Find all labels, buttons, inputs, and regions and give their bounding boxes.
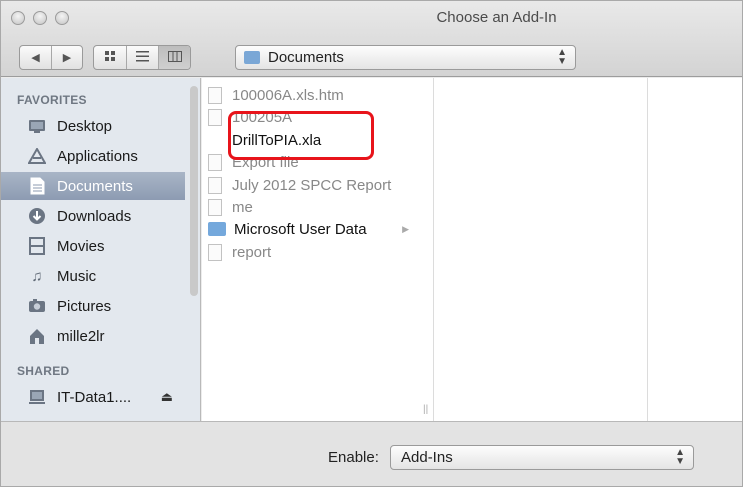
folder-icon bbox=[244, 51, 260, 64]
movies-icon bbox=[27, 236, 47, 256]
sidebar-item-applications[interactable]: Applications bbox=[1, 142, 185, 170]
sidebar-item-label: Pictures bbox=[57, 297, 112, 315]
sidebar-item-downloads[interactable]: Downloads bbox=[1, 202, 185, 230]
music-icon: ♫ bbox=[31, 267, 43, 285]
location-label: Documents bbox=[268, 49, 344, 66]
sidebar-item-label: mille2lr bbox=[57, 327, 105, 345]
sidebar-item-movies[interactable]: Movies bbox=[1, 232, 185, 260]
sidebar-item-label: Movies bbox=[57, 237, 105, 255]
view-mode-buttons bbox=[93, 45, 191, 70]
enable-value: Add-Ins bbox=[401, 449, 453, 466]
sidebar-item-label: Documents bbox=[57, 177, 133, 195]
document-icon bbox=[208, 108, 222, 126]
folder-icon bbox=[208, 222, 226, 236]
file-item: report bbox=[208, 241, 413, 263]
sidebar-item-label: IT-Data1.... bbox=[57, 388, 132, 406]
home-icon bbox=[27, 326, 47, 346]
documents-icon bbox=[27, 176, 47, 196]
file-item: July 2012 SPCC Report bbox=[208, 174, 413, 196]
network-drive-icon bbox=[27, 387, 47, 407]
list-view-icon bbox=[136, 50, 149, 65]
popup-arrows-icon: ▲ ▼ bbox=[675, 447, 685, 467]
disclosure-arrow-icon: ▶ bbox=[402, 223, 409, 234]
sidebar-item-label: Downloads bbox=[57, 207, 132, 225]
sidebar-item-label: Desktop bbox=[57, 117, 113, 135]
file-name: Microsoft User Data bbox=[234, 220, 367, 238]
sidebar-item-pictures[interactable]: Pictures bbox=[1, 292, 185, 320]
file-name: July 2012 SPCC Report bbox=[232, 176, 392, 194]
chevron-right-icon: ▶ bbox=[62, 52, 72, 64]
document-icon bbox=[208, 176, 222, 194]
file-name: report bbox=[232, 243, 272, 261]
file-item: 100006A.xls.htm bbox=[208, 84, 413, 106]
sidebar-item-music[interactable]: ♫ Music bbox=[1, 262, 185, 290]
back-button[interactable]: ◀ bbox=[20, 46, 51, 69]
file-name: me bbox=[232, 198, 253, 216]
navigation-buttons: ◀ ▶ bbox=[19, 45, 83, 70]
sidebar: FAVORITES Desktop Applications Documents… bbox=[1, 78, 201, 421]
file-name: 100006A.xls.htm bbox=[232, 86, 344, 104]
chevron-left-icon: ◀ bbox=[31, 52, 40, 64]
document-icon bbox=[208, 243, 222, 261]
icon-view-icon bbox=[104, 50, 116, 65]
column-divider bbox=[433, 78, 434, 421]
sidebar-item-label: Music bbox=[57, 267, 97, 285]
popup-arrows-icon: ▲ ▼ bbox=[557, 47, 567, 67]
forward-button[interactable]: ▶ bbox=[50, 46, 82, 69]
enable-label: Enable: bbox=[328, 449, 379, 466]
window-title: Choose an Add-In bbox=[436, 9, 557, 26]
favorites-header: FAVORITES bbox=[17, 93, 87, 107]
applications-icon bbox=[27, 146, 47, 166]
sidebar-item-it-data1[interactable]: IT-Data1.... ⏏ bbox=[1, 383, 185, 411]
title-bar: Choose an Add-In ◀ ▶ Documents ▲ ▼ bbox=[1, 1, 742, 77]
downloads-icon bbox=[27, 206, 47, 226]
sidebar-scrollbar[interactable] bbox=[190, 86, 198, 296]
column-divider bbox=[647, 78, 648, 421]
sidebar-item-label: Applications bbox=[57, 147, 138, 165]
choose-add-in-dialog: Choose an Add-In ◀ ▶ Documents ▲ ▼ FAVOR… bbox=[0, 0, 743, 487]
desktop-icon bbox=[27, 116, 47, 136]
location-popup[interactable]: Documents ▲ ▼ bbox=[235, 45, 576, 70]
column-view-button[interactable] bbox=[158, 46, 190, 69]
column-view-icon bbox=[167, 50, 182, 65]
sidebar-item-partial bbox=[1, 414, 185, 421]
shared-header: SHARED bbox=[17, 364, 70, 378]
document-icon bbox=[208, 86, 222, 104]
eject-icon[interactable]: ⏏ bbox=[161, 389, 173, 405]
sidebar-item-mille2lr[interactable]: mille2lr bbox=[1, 322, 185, 350]
pictures-icon bbox=[27, 296, 47, 316]
document-icon bbox=[208, 153, 222, 171]
sidebar-item-desktop[interactable]: Desktop bbox=[1, 112, 185, 140]
list-view-button[interactable] bbox=[126, 46, 158, 69]
sidebar-item-documents[interactable]: Documents bbox=[1, 172, 185, 200]
document-icon bbox=[208, 198, 222, 216]
highlight-annotation bbox=[228, 111, 374, 160]
column-resize-grip[interactable]: || bbox=[423, 404, 428, 415]
icon-view-button[interactable] bbox=[94, 46, 126, 69]
folder-item-microsoft-user-data[interactable]: Microsoft User Data ▶ bbox=[208, 218, 413, 240]
file-item: me bbox=[208, 196, 413, 218]
bottom-bar: Enable: Add-Ins ▲ ▼ bbox=[1, 421, 742, 486]
enable-select[interactable]: Add-Ins ▲ ▼ bbox=[390, 445, 694, 470]
